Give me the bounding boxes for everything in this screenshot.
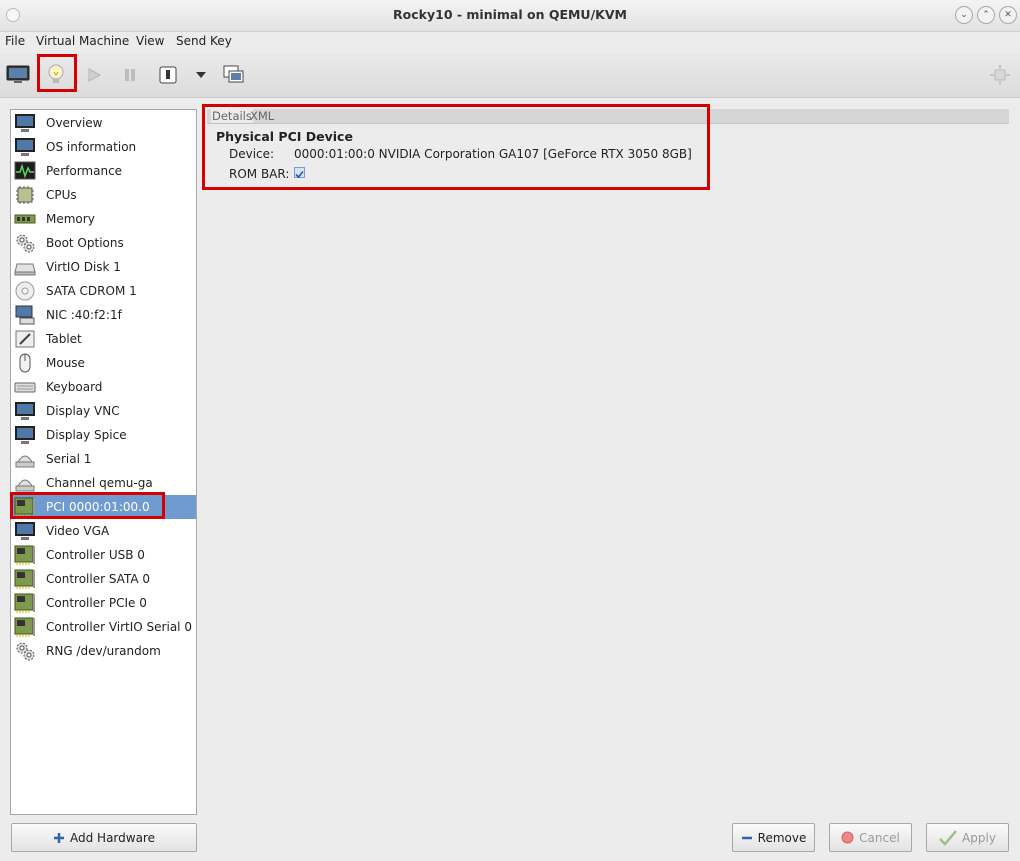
snapshots-icon[interactable] [221,62,247,88]
menu-virtual-machine[interactable]: Virtual Machine [36,34,129,48]
fullscreen-icon[interactable] [987,62,1013,88]
sidebar-item-cpus[interactable]: CPUs [11,183,196,207]
sidebar-item-sata-cdrom-1[interactable]: SATA CDROM 1 [11,279,196,303]
monitor-icon [15,114,35,132]
sidebar-item-controller-usb-0[interactable]: Controller USB 0 [11,543,196,567]
sidebar-item-performance[interactable]: Performance [11,159,196,183]
add-hardware-button[interactable]: Add Hardware [11,823,197,852]
sidebar-item-mouse[interactable]: Mouse [11,351,196,375]
sidebar-item-controller-sata-0[interactable]: Controller SATA 0 [11,567,196,591]
memory-icon [14,214,36,224]
shutdown-icon[interactable] [155,62,181,88]
sidebar-item-virtio-disk-1[interactable]: VirtIO Disk 1 [11,255,196,279]
serial-icon [15,455,35,468]
menu-view[interactable]: View [136,34,164,48]
highlight-details-box [202,104,710,190]
close-icon[interactable]: ✕ [999,6,1017,24]
highlight-lightbulb-box [37,54,77,92]
window-title: Rocky10 - minimal on QEMU/KVM [393,7,627,22]
title-bar: Rocky10 - minimal on QEMU/KVM ⌄ ⌃ ✕ [0,0,1020,32]
sidebar-item-display-vnc[interactable]: Display VNC [11,399,196,423]
sidebar-item-display-spice[interactable]: Display Spice [11,423,196,447]
pci-card-icon [14,545,35,565]
highlight-pci-item-box [10,492,165,519]
checkmark-icon [939,829,958,846]
pause-icon[interactable] [117,62,143,88]
run-icon[interactable] [81,62,107,88]
pci-card-icon [14,569,35,589]
shutdown-dropdown-arrow-icon[interactable] [188,62,214,88]
sidebar-item-controller-virtio-serial-0[interactable]: Controller VirtIO Serial 0 [11,615,196,639]
menu-file[interactable]: File [5,34,25,48]
minimize-icon[interactable]: ⌄ [955,6,973,24]
menu-send-key[interactable]: Send Key [176,34,232,48]
mouse-icon [19,353,31,373]
serial-icon [15,479,35,492]
monitor-icon [15,138,35,156]
monitor-icon [15,426,35,444]
monitor-icon [15,402,35,420]
sidebar-item-keyboard[interactable]: Keyboard [11,375,196,399]
minus-icon [741,832,753,844]
sidebar-item-overview[interactable]: Overview [11,111,196,135]
keyboard-icon [14,382,36,393]
sidebar-item-controller-pcie-0[interactable]: Controller PCIe 0 [11,591,196,615]
pci-card-icon [14,617,35,637]
performance-icon [14,161,36,180]
gears-icon [16,234,35,253]
nic-icon [15,305,35,325]
sidebar-item-tablet[interactable]: Tablet [11,327,196,351]
sidebar-item-serial-1[interactable]: Serial 1 [11,447,196,471]
remove-button[interactable]: Remove [732,823,815,852]
sidebar-item-rng[interactable]: RNG /dev/urandom [11,639,196,663]
plus-icon [53,832,65,844]
pci-card-icon [14,593,35,613]
cdrom-icon [15,281,35,301]
sidebar-item-memory[interactable]: Memory [11,207,196,231]
hardware-list: Overview OS information Performance CPUs… [10,109,197,815]
sidebar-item-video-vga[interactable]: Video VGA [11,519,196,543]
cancel-icon [841,831,854,844]
toolbar [0,53,1020,98]
sidebar-item-nic[interactable]: NIC :40:f2:1f [11,303,196,327]
sidebar-item-os-information[interactable]: OS information [11,135,196,159]
menu-bar: File Virtual Machine View Send Key [0,31,1020,51]
monitor-icon [15,522,35,540]
console-monitor-icon[interactable] [5,62,31,88]
tablet-icon [15,330,35,348]
sidebar-item-boot-options[interactable]: Boot Options [11,231,196,255]
disk-icon [14,263,36,276]
cancel-button[interactable]: Cancel [829,823,912,852]
apply-button[interactable]: Apply [926,823,1009,852]
gears-icon [16,642,35,661]
cpu-icon [16,186,34,204]
maximize-icon[interactable]: ⌃ [977,6,995,24]
